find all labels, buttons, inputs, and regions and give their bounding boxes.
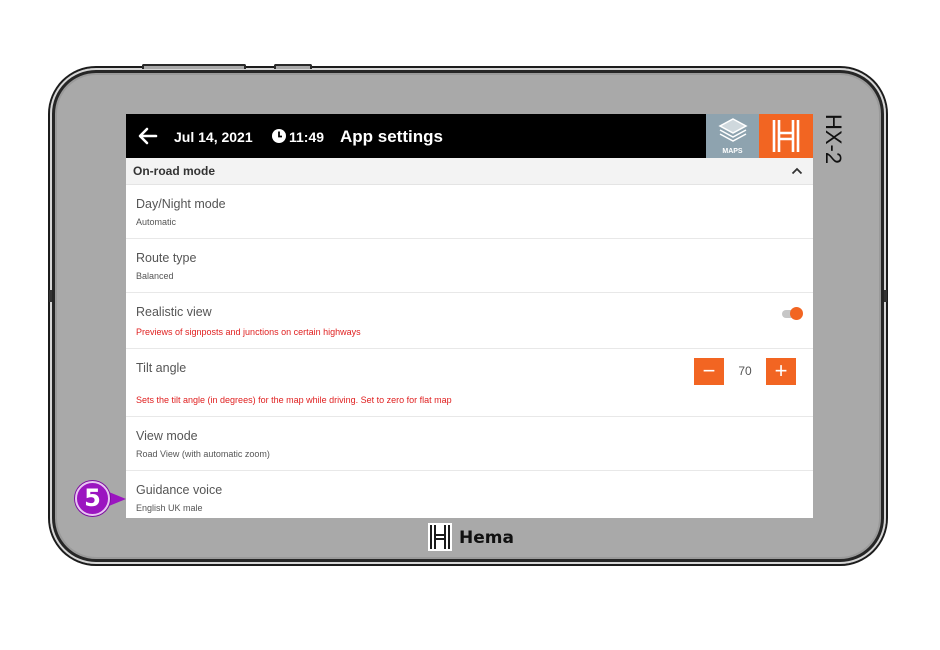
tilt-increase-button[interactable]: + xyxy=(766,358,796,385)
setting-title: Route type xyxy=(136,251,197,265)
setting-value: Balanced xyxy=(136,271,174,281)
back-arrow-icon[interactable] xyxy=(138,126,158,146)
side-button-left xyxy=(49,290,52,302)
clock-icon xyxy=(272,129,286,143)
screen: Jul 14, 2021 11:49 App settings MAPS On-… xyxy=(126,114,813,518)
tilt-angle-value: 70 xyxy=(738,364,752,378)
setting-value: Automatic xyxy=(136,217,177,227)
hema-logo-icon xyxy=(772,120,800,152)
setting-route-type[interactable]: Route type Balanced xyxy=(126,238,813,293)
setting-title: View mode xyxy=(136,429,198,443)
setting-description: Previews of signposts and junctions on c… xyxy=(136,327,361,337)
top-bar: Jul 14, 2021 11:49 App settings MAPS xyxy=(126,114,813,158)
date-display: Jul 14, 2021 xyxy=(174,129,253,145)
realistic-view-toggle[interactable] xyxy=(782,307,803,321)
setting-realistic-view[interactable]: Realistic view Previews of signposts and… xyxy=(126,292,813,349)
setting-title: Tilt angle xyxy=(136,361,187,375)
chevron-up-icon[interactable] xyxy=(791,165,803,177)
setting-value: Road View (with automatic zoom) xyxy=(136,449,270,459)
side-button-right xyxy=(884,290,887,302)
power-button[interactable] xyxy=(274,64,312,69)
setting-view-mode[interactable]: View mode Road View (with automatic zoom… xyxy=(126,416,813,471)
maps-button[interactable]: MAPS xyxy=(706,114,759,158)
setting-description: Sets the tilt angle (in degrees) for the… xyxy=(136,395,452,405)
map-layers-icon xyxy=(718,118,748,142)
time-display: 11:49 xyxy=(289,129,325,145)
maps-label: MAPS xyxy=(722,148,743,155)
hema-home-button[interactable] xyxy=(759,114,813,158)
brand-name: Hema xyxy=(459,528,514,548)
tilt-decrease-button[interactable]: − xyxy=(694,358,724,385)
device-model-text: HX-2 xyxy=(822,114,846,164)
section-title: On-road mode xyxy=(133,164,216,178)
setting-tilt-angle: Tilt angle Sets the tilt angle (in degre… xyxy=(126,348,813,417)
page-title: App settings xyxy=(340,127,443,146)
top-hardware-button[interactable] xyxy=(142,64,246,69)
brand-logo: Hema xyxy=(424,522,524,552)
hema-logo-icon xyxy=(428,523,452,551)
setting-day-night-mode[interactable]: Day/Night mode Automatic xyxy=(126,184,813,239)
setting-title: Day/Night mode xyxy=(136,197,226,211)
setting-title: Guidance voice xyxy=(136,483,223,497)
section-on-road-mode[interactable]: On-road mode xyxy=(126,158,813,185)
setting-value: English UK male xyxy=(136,503,203,513)
callout-badge: 5 xyxy=(75,481,110,516)
device-model-label: HX-2 xyxy=(822,114,846,164)
toggle-thumb xyxy=(790,307,803,320)
setting-title: Realistic view xyxy=(136,305,212,319)
setting-guidance-voice[interactable]: Guidance voice English UK male xyxy=(126,470,813,518)
